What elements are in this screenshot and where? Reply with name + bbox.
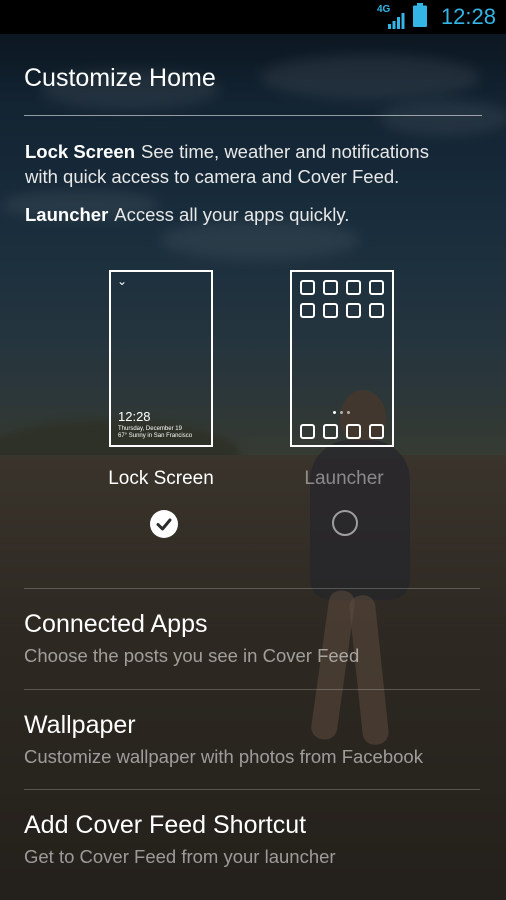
launcher-description: Launcher Access all your apps quickly. (25, 202, 465, 227)
app-icon (300, 424, 315, 439)
page-title: Customize Home (24, 64, 216, 92)
setting-subtitle: Customize wallpaper with photos from Fac… (24, 746, 423, 767)
setting-title: Connected Apps (24, 610, 208, 638)
launcher-term: Launcher (25, 204, 109, 225)
launcher-preview[interactable] (290, 270, 394, 447)
app-icon (369, 424, 384, 439)
setting-title: Add Cover Feed Shortcut (24, 811, 307, 839)
preview-clock: 12:28 (118, 409, 151, 424)
app-icon (346, 424, 361, 439)
app-icon (323, 280, 338, 295)
title-divider (24, 115, 482, 116)
setting-add-cover-feed-shortcut[interactable]: Add Cover Feed Shortcut Get to Cover Fee… (24, 811, 482, 868)
preview-weather: 67° Sunny in San Francisco (118, 433, 193, 439)
app-icon (369, 303, 384, 318)
app-icon (323, 303, 338, 318)
launcher-text: Access all your apps quickly. (114, 204, 350, 225)
divider (24, 588, 480, 589)
preview-date-weather: Thursday, December 19 67° Sunny in San F… (118, 426, 192, 440)
setting-connected-apps[interactable]: Connected Apps Choose the posts you see … (24, 610, 482, 667)
app-icon (369, 280, 384, 295)
lock-screen-checkmark-icon[interactable] (150, 510, 178, 538)
app-icon (323, 424, 338, 439)
status-time: 12:28 (440, 4, 496, 29)
launcher-option-label[interactable]: Launcher (264, 468, 424, 490)
launcher-radio-button[interactable] (332, 510, 358, 536)
signal-strength-icon: 4G (377, 4, 405, 30)
app-icon (300, 280, 315, 295)
battery-icon (412, 2, 427, 32)
app-icon (346, 280, 361, 295)
chevron-down-icon: ⌄ (117, 274, 128, 288)
lock-screen-preview[interactable]: ⌄ 12:28 Thursday, December 19 67° Sunny … (109, 270, 213, 447)
setting-subtitle: Get to Cover Feed from your launcher (24, 846, 336, 867)
lock-screen-term: Lock Screen (25, 141, 136, 162)
app-dock (300, 424, 384, 439)
setting-title: Wallpaper (24, 711, 136, 739)
preview-date: Thursday, December 19 (118, 426, 182, 432)
setting-wallpaper[interactable]: Wallpaper Customize wallpaper with photo… (24, 711, 482, 768)
lock-screen-option-label[interactable]: Lock Screen (81, 468, 241, 490)
lock-screen-description: Lock Screen See time, weather and notific… (25, 139, 465, 189)
app-grid (300, 280, 384, 318)
setting-subtitle: Choose the posts you see in Cover Feed (24, 645, 360, 666)
divider (24, 789, 480, 790)
page-indicator (333, 411, 350, 414)
divider (24, 689, 480, 690)
app-icon (346, 303, 361, 318)
app-icon (300, 303, 315, 318)
status-bar: 4G 12:28 (0, 0, 506, 34)
